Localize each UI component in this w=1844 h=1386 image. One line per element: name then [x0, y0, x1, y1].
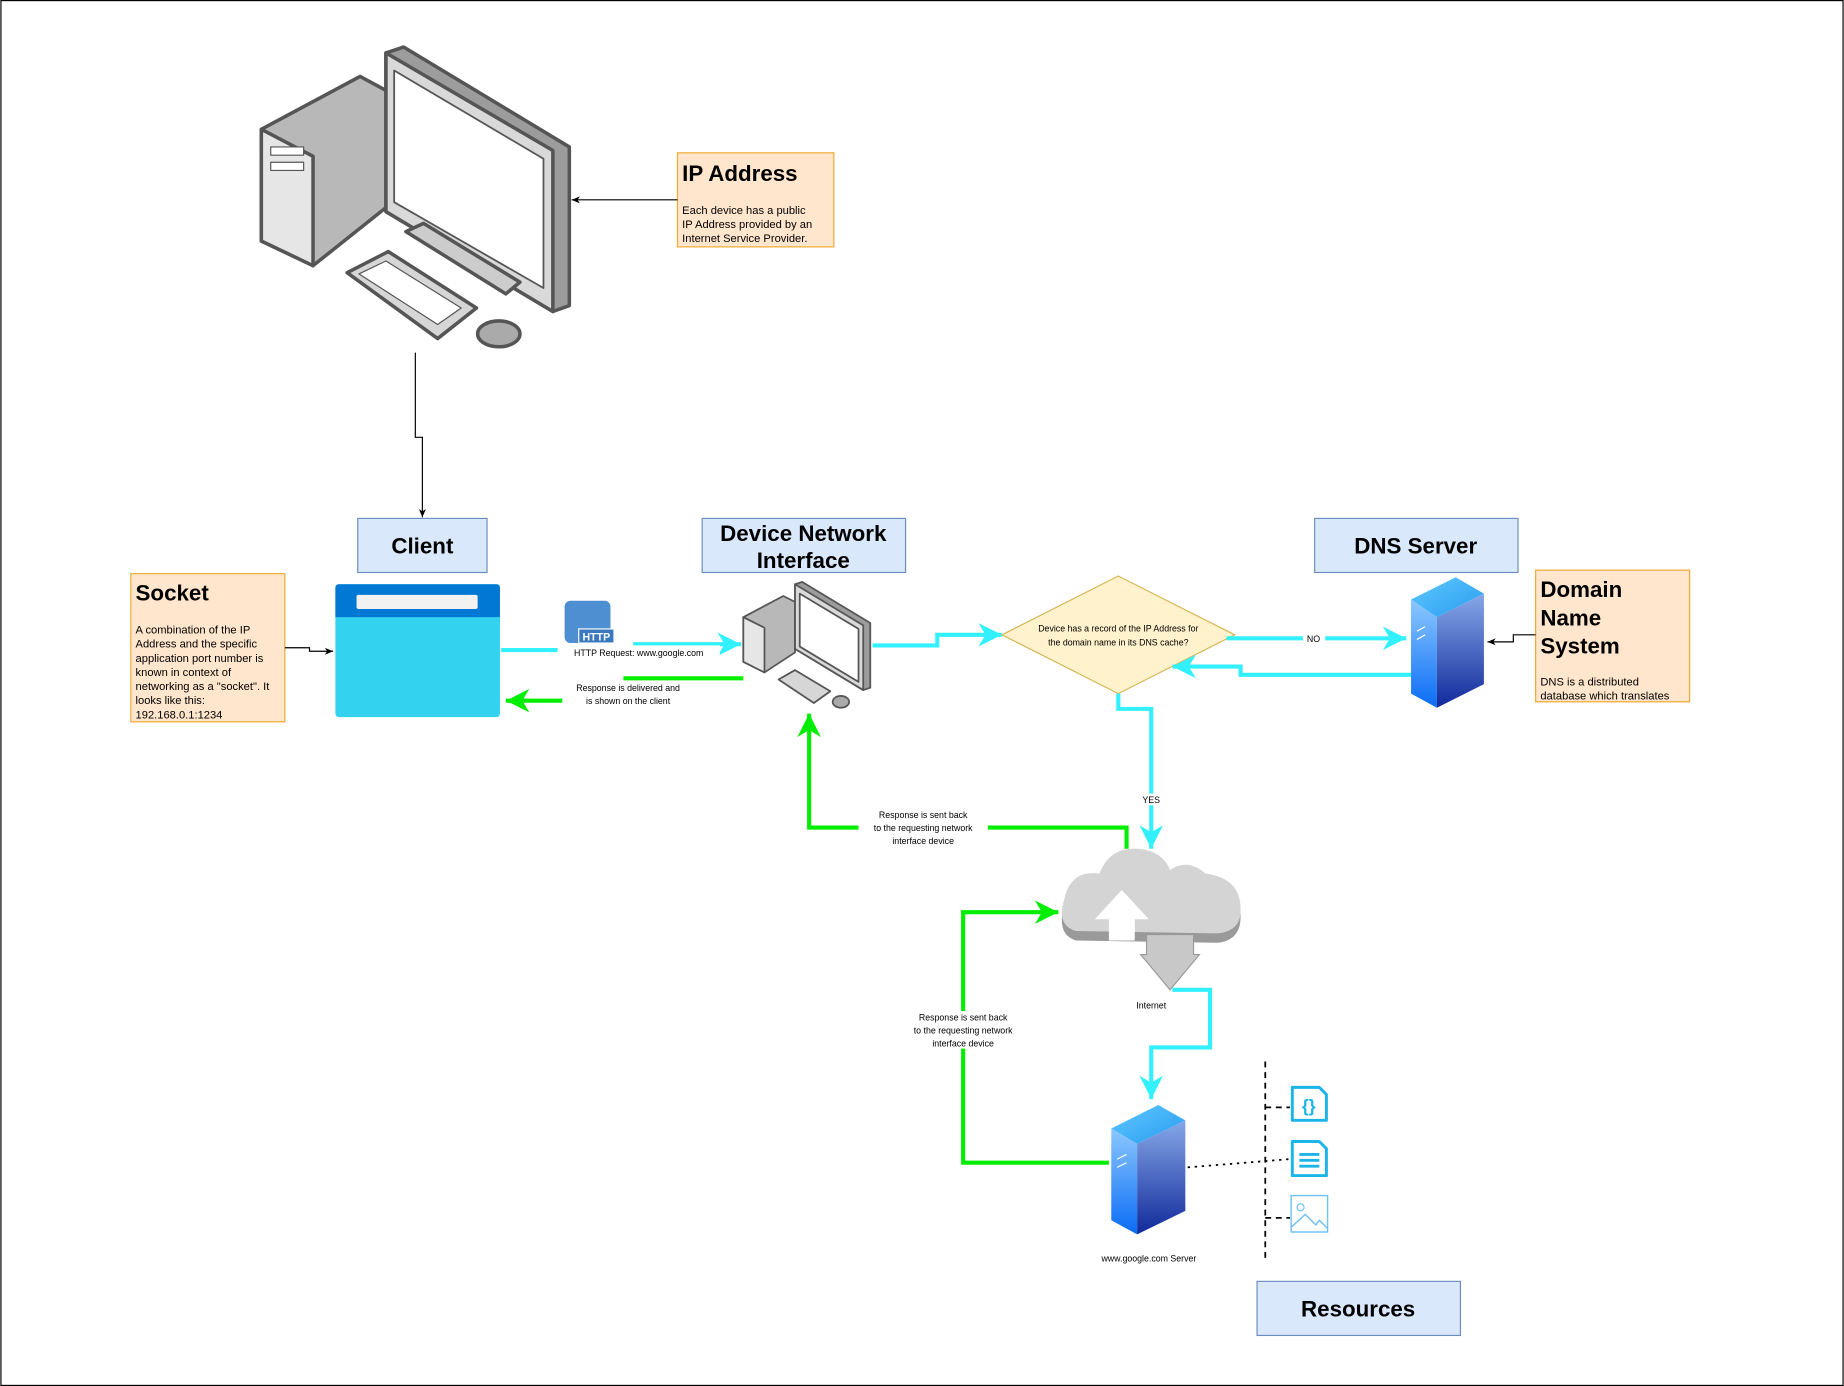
- svg-text:Domain: Domain: [1540, 577, 1622, 602]
- svg-text:Address and the specific: Address and the specific: [136, 639, 258, 651]
- svg-text:192.168.0.1:1234: 192.168.0.1:1234: [136, 709, 223, 721]
- response-delivered-label-2: is shown on the client: [586, 696, 671, 706]
- document-file-icon: [1290, 1140, 1328, 1178]
- svg-text:Each device has a public: Each device has a public: [682, 205, 806, 217]
- svg-text:Socket: Socket: [136, 581, 210, 606]
- svg-text:Client: Client: [391, 534, 454, 559]
- svg-text:known in context of: known in context of: [136, 667, 232, 679]
- http-request-label: HTTP Request: www.google.com: [574, 648, 703, 658]
- server-response-label-2: to the requesting network: [914, 1025, 1013, 1035]
- yes-label: YES: [1142, 795, 1160, 805]
- no-label: NO: [1307, 634, 1320, 644]
- dns-server-label: DNS Server: [1314, 517, 1519, 574]
- resources-label: Resources: [1256, 1280, 1461, 1337]
- svg-text:HTTP: HTTP: [583, 632, 611, 644]
- svg-text:Resources: Resources: [1301, 1297, 1415, 1322]
- google-server-label: www.google.com Server: [1100, 1253, 1196, 1263]
- client-label: Client: [357, 517, 488, 574]
- response-delivered-label: Response is delivered and: [576, 683, 680, 693]
- svg-text:the domain name in its DNS cac: the domain name in its DNS cache?: [1048, 637, 1188, 647]
- browser-window-icon: [335, 584, 500, 718]
- server-response-label: Response is sent back: [919, 1012, 1008, 1022]
- device-network-interface-label: Device Network Interface: [701, 517, 907, 574]
- svg-text:Interface: Interface: [757, 548, 850, 573]
- svg-text:Device Network: Device Network: [720, 521, 887, 546]
- svg-text:Name: Name: [1540, 605, 1601, 630]
- svg-text:Internet Service Provider.: Internet Service Provider.: [682, 233, 807, 245]
- ip-address-note: IP Address Each device has a public IP A…: [676, 152, 835, 248]
- response-sent-label-2: to the requesting network: [874, 823, 973, 833]
- svg-text:A combination of the IP: A combination of the IP: [136, 625, 251, 637]
- response-sent-label: Response is sent back: [879, 810, 968, 820]
- svg-text:application port number is: application port number is: [136, 653, 264, 665]
- network-diagram: IP Address Each device has a public IP A…: [0, 0, 1844, 1386]
- svg-text:database which translates: database which translates: [1540, 690, 1669, 702]
- google-server-icon: [1111, 1105, 1186, 1235]
- dns-server-icon: [1411, 577, 1484, 708]
- server-response-label-3: interface device: [932, 1038, 994, 1048]
- http-icon: HTTP: [564, 600, 615, 644]
- svg-text:IP Address: IP Address: [682, 161, 797, 186]
- image-file-icon: [1290, 1194, 1329, 1233]
- socket-note: Socket A combination of the IP Address a…: [130, 573, 286, 723]
- json-file-icon: {}: [1290, 1085, 1328, 1122]
- svg-text:networking as a "socket". It: networking as a "socket". It: [136, 681, 271, 693]
- svg-text:DNS is a distributed: DNS is a distributed: [1540, 676, 1639, 688]
- svg-text:Device has a record of the IP: Device has a record of the IP Address fo…: [1038, 623, 1198, 633]
- svg-text:looks like this:: looks like this:: [136, 695, 205, 707]
- svg-text:{}: {}: [1302, 1096, 1316, 1116]
- response-sent-label-3: interface device: [892, 836, 954, 846]
- svg-text:IP Address provided by an: IP Address provided by an: [682, 219, 812, 231]
- svg-text:System: System: [1540, 634, 1619, 659]
- internet-label: Internet: [1136, 1001, 1166, 1011]
- domain-name-system-note: Domain Name System DNS is a distributed …: [1535, 569, 1691, 702]
- svg-text:DNS Server: DNS Server: [1354, 534, 1477, 559]
